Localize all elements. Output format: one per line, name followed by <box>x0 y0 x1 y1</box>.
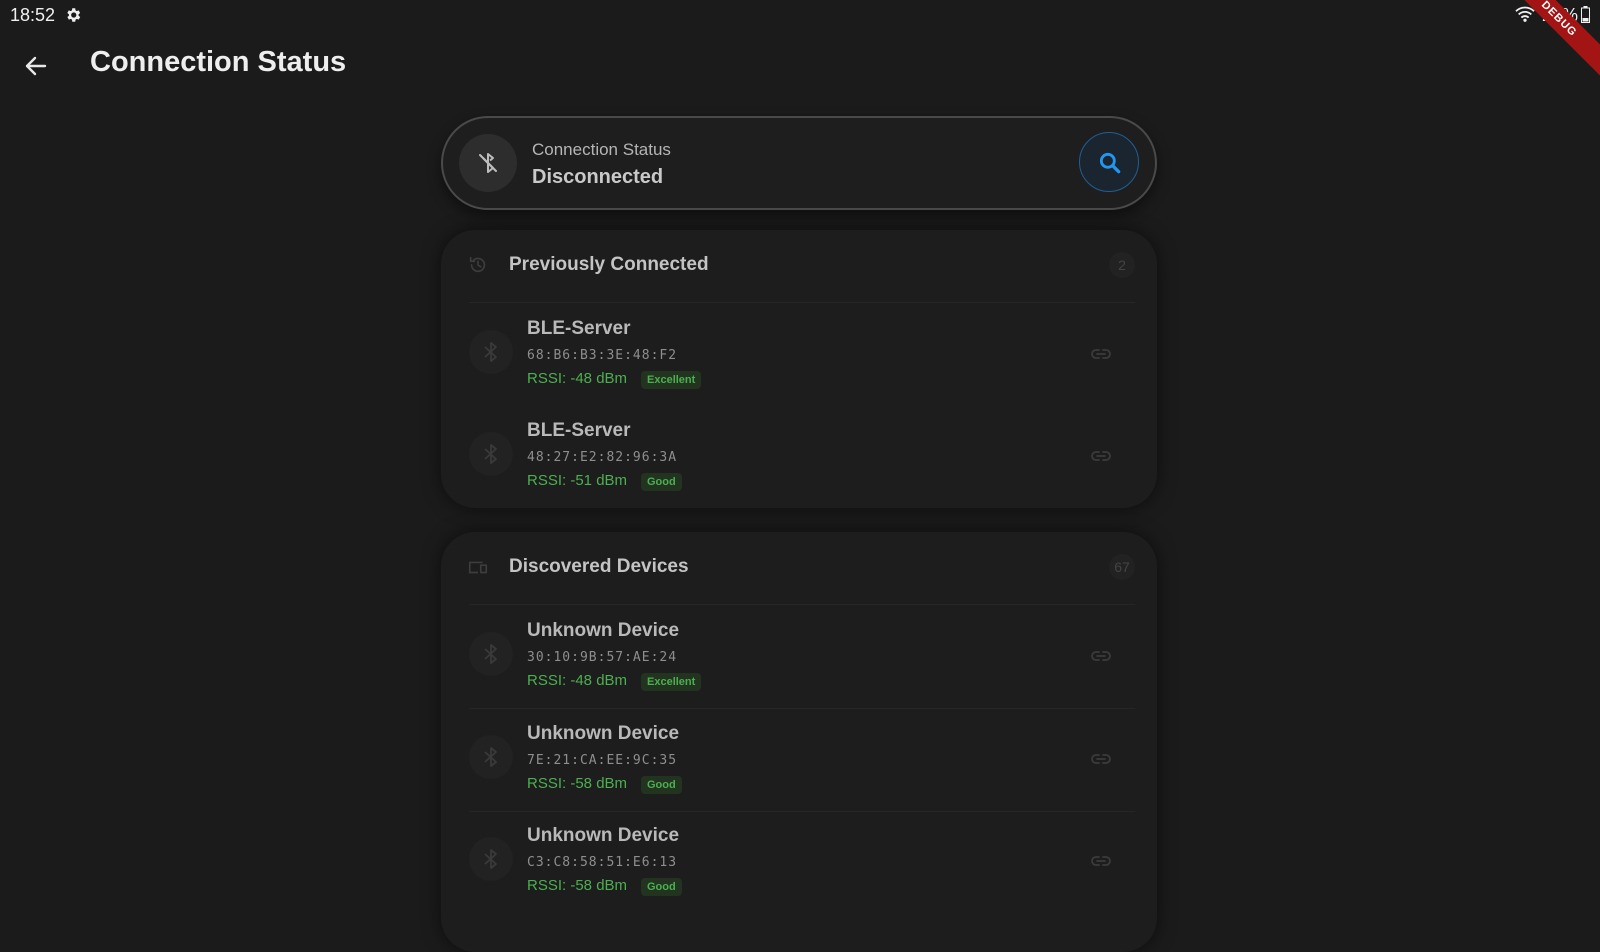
device-icon-wrap <box>469 432 513 476</box>
bluetooth-icon <box>484 747 497 767</box>
signal-quality-badge: Good <box>641 473 682 491</box>
device-icon-wrap <box>469 837 513 881</box>
section-header: Previously Connected 2 <box>441 230 1157 302</box>
device-name: BLE-Server <box>527 318 631 339</box>
bluetooth-icon <box>484 644 497 664</box>
bluetooth-icon <box>484 444 497 464</box>
arrow-back-icon <box>25 56 47 76</box>
page-title: Connection Status <box>90 46 347 78</box>
bluetooth-icon <box>484 849 497 869</box>
divider <box>469 604 1135 605</box>
connection-icon-wrap <box>459 134 517 192</box>
device-rssi: RSSI: -58 dBm <box>527 877 628 894</box>
signal-quality-badge: Good <box>641 878 682 896</box>
scan-button[interactable] <box>1079 132 1139 192</box>
device-mac: 7E:21:CA:EE:9C:35 <box>527 753 678 768</box>
search-icon <box>1099 152 1121 174</box>
history-icon <box>469 256 486 273</box>
previously-connected-section: Previously Connected 2 BLE-Server 68:B6:… <box>441 230 1157 508</box>
device-row[interactable]: Unknown Device 30:10:9B:57:AE:24 RSSI: -… <box>441 606 1157 706</box>
device-mac: 48:27:E2:82:96:3A <box>527 450 678 465</box>
signal-quality-badge: Excellent <box>641 371 702 389</box>
section-count-badge: 67 <box>1109 554 1135 580</box>
battery-icon <box>1581 6 1590 23</box>
section-count-badge: 2 <box>1109 252 1135 278</box>
bluetooth-icon <box>484 342 497 362</box>
connection-status-label: Connection Status <box>532 140 671 159</box>
device-rssi: RSSI: -48 dBm <box>527 370 628 387</box>
device-name: Unknown Device <box>527 825 680 846</box>
link-icon[interactable] <box>1089 342 1113 366</box>
link-icon[interactable] <box>1089 444 1113 468</box>
device-icon-wrap <box>469 330 513 374</box>
device-icon-wrap <box>469 632 513 676</box>
device-rssi: RSSI: -58 dBm <box>527 775 628 792</box>
section-header: Discovered Devices 67 <box>441 532 1157 604</box>
device-name: BLE-Server <box>527 420 631 441</box>
device-name: Unknown Device <box>527 620 680 641</box>
bluetooth-disabled-icon <box>479 153 497 173</box>
device-icon-wrap <box>469 735 513 779</box>
back-button[interactable] <box>16 46 56 86</box>
section-title: Previously Connected <box>509 254 709 275</box>
device-row[interactable]: BLE-Server 48:27:E2:82:96:3A RSSI: -51 d… <box>441 406 1157 506</box>
connection-status-card: Connection Status Disconnected <box>441 116 1157 210</box>
link-icon[interactable] <box>1089 747 1113 771</box>
connection-status-value: Disconnected <box>532 166 664 188</box>
device-mac: C3:C8:58:51:E6:13 <box>527 855 678 870</box>
discovered-devices-section: Discovered Devices 67 Unknown Device 30:… <box>441 532 1157 952</box>
device-row[interactable]: Unknown Device 7E:21:CA:EE:9C:35 RSSI: -… <box>441 709 1157 809</box>
status-time: 18:52 <box>10 5 56 25</box>
signal-quality-badge: Good <box>641 776 682 794</box>
device-name: Unknown Device <box>527 723 680 744</box>
gear-icon <box>67 8 81 22</box>
device-mac: 68:B6:B3:3E:48:F2 <box>527 348 678 363</box>
status-bar: 18:52 21% <box>0 0 1600 30</box>
link-icon[interactable] <box>1089 849 1113 873</box>
link-icon[interactable] <box>1089 644 1113 668</box>
divider <box>469 302 1135 303</box>
device-row[interactable]: Unknown Device C3:C8:58:51:E6:13 RSSI: -… <box>441 811 1157 911</box>
device-row[interactable]: BLE-Server 68:B6:B3:3E:48:F2 RSSI: -48 d… <box>441 304 1157 404</box>
device-rssi: RSSI: -51 dBm <box>527 472 628 489</box>
section-title: Discovered Devices <box>509 556 689 577</box>
device-rssi: RSSI: -48 dBm <box>527 672 628 689</box>
signal-quality-badge: Excellent <box>641 673 702 691</box>
device-mac: 30:10:9B:57:AE:24 <box>527 650 678 665</box>
devices-icon <box>468 561 488 574</box>
